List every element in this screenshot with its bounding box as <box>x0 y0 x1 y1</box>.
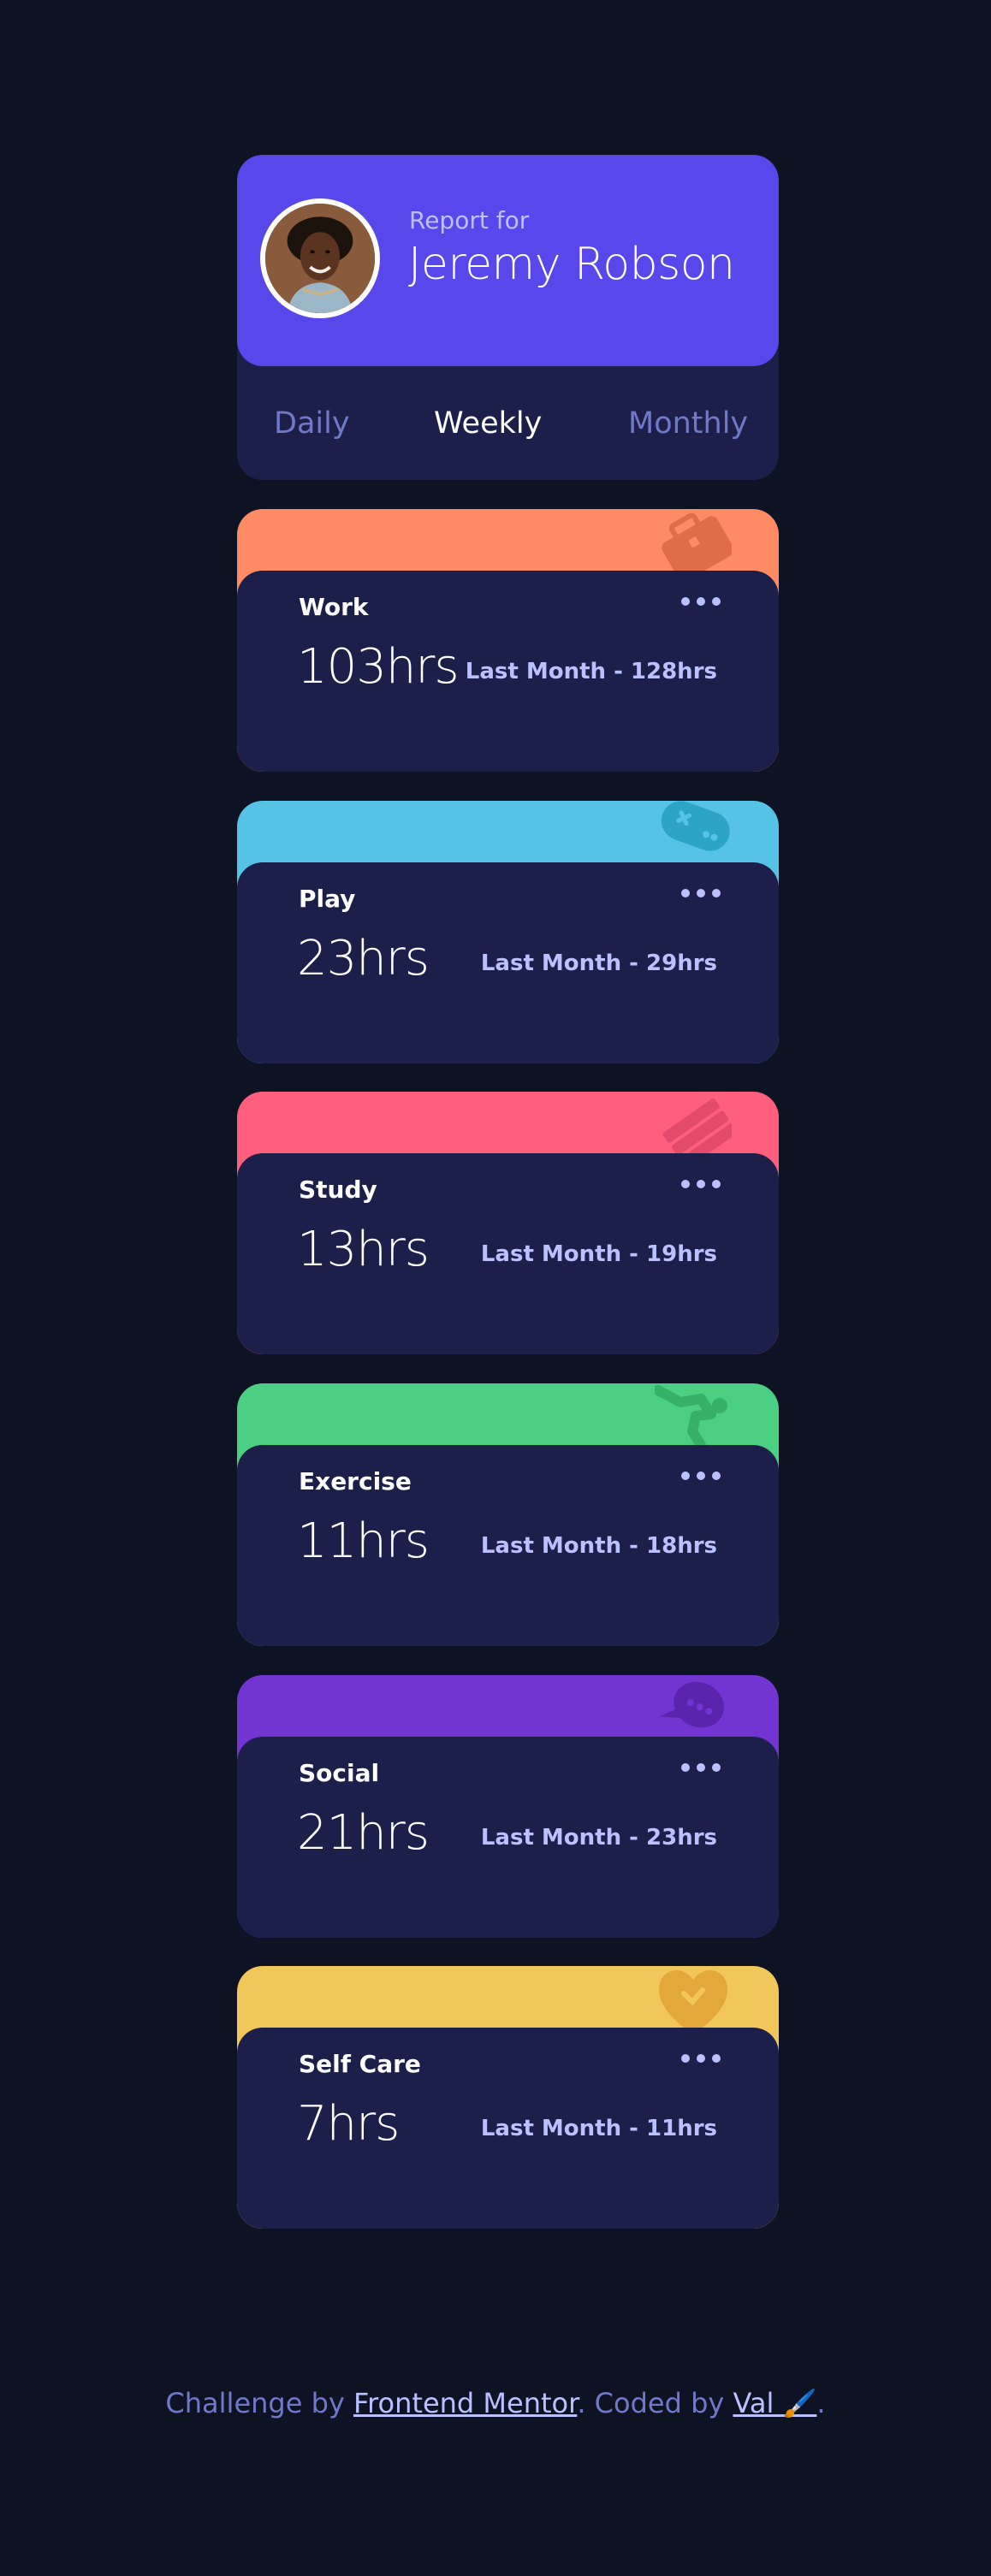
card-title: Work <box>299 593 369 621</box>
card-body: Self Care 7hrs Last Month - 11hrs <box>237 2028 779 2229</box>
ellipsis-icon[interactable] <box>681 2048 721 2069</box>
attribution-footer: Challenge by Frontend Mentor. Coded by V… <box>0 2387 991 2419</box>
previous-hours: Last Month - 23hrs <box>480 1825 717 1851</box>
book-icon <box>662 1098 732 1162</box>
card-body: Work 103hrs Last Month - 128hrs <box>237 571 779 772</box>
previous-hours: Last Month - 11hrs <box>480 2116 717 2141</box>
profile-card: Report for Jeremy Robson Daily Weekly Mo… <box>237 155 779 480</box>
card-title: Exercise <box>299 1467 412 1495</box>
activity-card-exercise: Exercise 11hrs Last Month - 18hrs <box>237 1383 779 1646</box>
frontend-mentor-link[interactable]: Frontend Mentor <box>353 2387 577 2419</box>
previous-hours: Last Month - 128hrs <box>465 659 717 684</box>
previous-hours: Last Month - 19hrs <box>480 1241 717 1267</box>
profile-header: Report for Jeremy Robson <box>237 155 779 366</box>
user-name: Jeremy Robson <box>408 239 735 290</box>
footer-suffix: . <box>816 2387 826 2419</box>
timeframe-tabs: Daily Weekly Monthly <box>237 366 779 480</box>
card-body: Study 13hrs Last Month - 19hrs <box>237 1153 779 1354</box>
running-icon <box>655 1385 727 1450</box>
author-link[interactable]: Val 🖌️ <box>733 2387 816 2419</box>
ellipsis-icon[interactable] <box>681 883 721 903</box>
ellipsis-icon[interactable] <box>681 1466 721 1486</box>
report-for-label: Report for <box>409 206 530 234</box>
card-body: Social 21hrs Last Month - 23hrs <box>237 1737 779 1938</box>
footer-middle: . Coded by <box>577 2387 733 2419</box>
current-hours: 103hrs <box>297 639 460 695</box>
card-body: Exercise 11hrs Last Month - 18hrs <box>237 1445 779 1646</box>
avatar <box>260 198 380 318</box>
card-title: Social <box>299 1759 380 1787</box>
card-title: Study <box>299 1175 377 1204</box>
activity-card-study: Study 13hrs Last Month - 19hrs <box>237 1092 779 1354</box>
activity-card-work: Work 103hrs Last Month - 128hrs <box>237 509 779 772</box>
ellipsis-icon[interactable] <box>681 1757 721 1778</box>
activity-card-play: Play 23hrs Last Month - 29hrs <box>237 801 779 1063</box>
chat-bubble-icon <box>659 1681 724 1728</box>
tab-weekly[interactable]: Weekly <box>434 366 542 480</box>
previous-hours: Last Month - 29hrs <box>480 950 717 976</box>
current-hours: 7hrs <box>297 2096 400 2152</box>
heart-icon <box>659 1969 727 2034</box>
card-title: Play <box>299 885 356 913</box>
activity-card-self-care: Self Care 7hrs Last Month - 11hrs <box>237 1966 779 2229</box>
current-hours: 23hrs <box>297 931 430 986</box>
previous-hours: Last Month - 18hrs <box>480 1533 717 1559</box>
footer-prefix: Challenge by <box>165 2387 353 2419</box>
tab-monthly[interactable]: Monthly <box>628 366 748 480</box>
briefcase-icon <box>662 512 732 579</box>
current-hours: 11hrs <box>297 1513 430 1569</box>
card-title: Self Care <box>299 2050 421 2078</box>
gamepad-icon <box>661 801 730 851</box>
current-hours: 13hrs <box>297 1222 430 1277</box>
avatar-image <box>265 204 375 313</box>
activity-card-social: Social 21hrs Last Month - 23hrs <box>237 1675 779 1938</box>
tab-daily[interactable]: Daily <box>274 366 350 480</box>
ellipsis-icon[interactable] <box>681 1174 721 1194</box>
current-hours: 21hrs <box>297 1805 430 1861</box>
ellipsis-icon[interactable] <box>681 591 721 612</box>
card-body: Play 23hrs Last Month - 29hrs <box>237 862 779 1063</box>
